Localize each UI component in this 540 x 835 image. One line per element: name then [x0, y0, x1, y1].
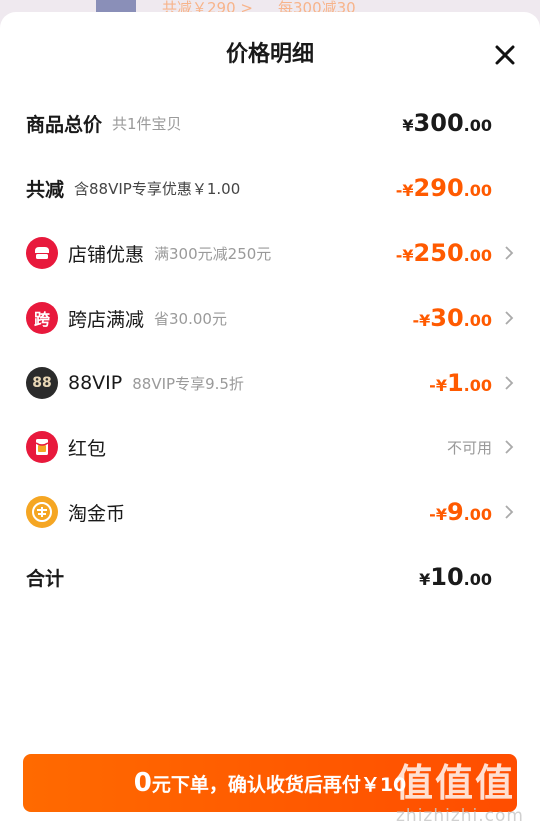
row-amount: ¥10.00	[419, 563, 492, 591]
row-label: 商品总价	[26, 113, 103, 136]
row-amount: ¥300.00	[402, 109, 492, 137]
row-amount: -¥ 1.00	[429, 369, 492, 397]
row-sub: 88VIP专享9.5折	[132, 374, 244, 393]
row-label: 红包	[68, 437, 107, 460]
row-sub: 含88VIP专享优惠￥1.00	[74, 179, 241, 198]
chevron-right-icon	[504, 439, 518, 455]
chevron-right-icon	[504, 310, 518, 326]
row-status: 不可用	[446, 438, 492, 457]
cross-store-icon: 跨	[26, 302, 58, 334]
row-label: 跨店满减	[68, 308, 145, 331]
total-discount-row: 共减 含88VIP专享优惠￥1.00 -¥ 290.00	[26, 168, 518, 208]
total-goods-price-row: 商品总价 共1件宝贝 ¥300.00	[26, 103, 518, 143]
row-label: 88VIP	[68, 372, 123, 394]
chevron-right-icon	[504, 245, 518, 261]
row-label: 合计	[26, 567, 65, 590]
grand-total-row: 合计 ¥10.00	[26, 557, 518, 597]
watermark-logo: 值值值	[395, 760, 516, 805]
sheet-title: 价格明细	[225, 42, 314, 67]
row-amount: -¥ 30.00	[412, 304, 492, 332]
row-amount: -¥ 9.00	[429, 498, 492, 526]
row-label: 共减	[26, 178, 65, 201]
chevron-right-icon	[504, 375, 518, 391]
close-icon[interactable]	[492, 42, 518, 68]
watermark-url: zhizhizhi.com	[396, 806, 524, 826]
shop-discount-row[interactable]: 店铺优惠 满300元减250元 -¥ 250.00	[26, 233, 518, 273]
button-text: 元下单，确认收货后再付￥10	[151, 773, 407, 796]
button-zero: 0	[133, 768, 152, 798]
row-amount: -¥ 290.00	[395, 174, 492, 202]
row-sub: 省30.00元	[154, 309, 227, 328]
taojinbi-row[interactable]: 淘金币 -¥ 9.00	[26, 492, 518, 532]
vip-88-icon: 88	[26, 367, 58, 399]
red-envelope-row[interactable]: 红包 不可用	[26, 427, 518, 467]
taojinbi-coin-icon	[26, 496, 58, 528]
row-sub: 共1件宝贝	[112, 114, 182, 133]
shop-icon	[26, 237, 58, 269]
row-label: 淘金币	[68, 502, 126, 525]
row-label: 店铺优惠	[68, 243, 145, 266]
chevron-right-icon	[504, 504, 518, 520]
row-amount: -¥ 250.00	[395, 239, 492, 267]
price-detail-sheet: 价格明细 商品总价 共1件宝贝 ¥300.00 共减 含88VIP专享优惠￥1.…	[0, 12, 540, 835]
vip-88-discount-row[interactable]: 88 88VIP 88VIP专享9.5折 -¥ 1.00	[26, 363, 518, 403]
row-sub: 满300元减250元	[154, 244, 272, 263]
cross-store-discount-row[interactable]: 跨 跨店满减 省30.00元 -¥ 30.00	[26, 298, 518, 338]
red-envelope-icon	[26, 431, 58, 463]
